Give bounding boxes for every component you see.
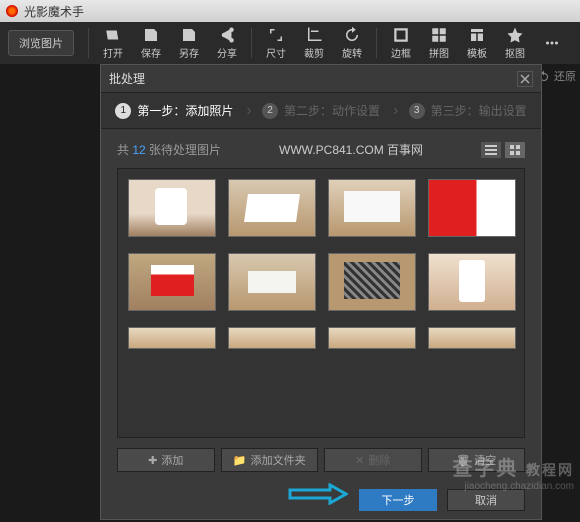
next-button[interactable]: 下一步: [359, 489, 437, 511]
add-button[interactable]: ✚添加: [117, 448, 215, 472]
thumbnail[interactable]: [228, 253, 316, 311]
share-icon: [218, 26, 236, 44]
restore-button[interactable]: 还原: [538, 68, 576, 84]
size-button[interactable]: 尺寸: [258, 24, 294, 62]
toolbar-divider: [88, 28, 89, 58]
open-button[interactable]: 打开: [95, 24, 131, 62]
arrow-icon: [288, 483, 348, 505]
template-button[interactable]: 模板: [459, 24, 495, 62]
more-button[interactable]: [535, 32, 569, 55]
dialog-title: 批处理: [109, 70, 145, 87]
window-titlebar: 光影魔术手: [0, 0, 580, 22]
step-1[interactable]: 1第一步：添加照片: [101, 102, 248, 119]
more-icon: [543, 34, 561, 52]
wizard-steps: 1第一步：添加照片 2第二步：动作设置 3第三步：输出设置: [101, 93, 541, 129]
main-toolbar: 浏览图片 打开 保存 另存 分享 尺寸 裁剪 旋转 边框 拼图 模板 抠图: [0, 22, 580, 64]
folder-icon: 📁: [233, 454, 247, 467]
saveas-icon: [180, 26, 198, 44]
dialog-body: 共 12 张待处理图片 WWW.PC841.COM 百事网: [101, 129, 541, 484]
border-icon: [392, 26, 410, 44]
add-folder-button[interactable]: 📁添加文件夹: [221, 448, 319, 472]
toolbar-divider: [376, 28, 377, 58]
browse-images-button[interactable]: 浏览图片: [8, 30, 74, 56]
rotate-icon: [343, 26, 361, 44]
list-view-icon: [485, 145, 497, 155]
step-3: 3第三步：输出设置: [394, 102, 541, 119]
site-watermark: WWW.PC841.COM 百事网: [279, 141, 423, 158]
save-button[interactable]: 保存: [133, 24, 169, 62]
cutout-button[interactable]: 抠图: [497, 24, 533, 62]
save-icon: [142, 26, 160, 44]
thumbnail[interactable]: [328, 253, 416, 311]
page-watermark: 查字典 教程网 jiaocheng.chazidian.com: [452, 452, 574, 492]
collage-icon: [430, 26, 448, 44]
cancel-button[interactable]: 取消: [447, 489, 525, 511]
size-icon: [267, 26, 285, 44]
share-button[interactable]: 分享: [209, 24, 245, 62]
delete-button[interactable]: ✕删除: [324, 448, 422, 472]
content-area: 还原 批处理 1第一步：添加照片 2第二步：动作设置 3第三步：输出设置 共 1…: [0, 64, 580, 522]
step-2: 2第二步：动作设置: [248, 102, 395, 119]
saveas-button[interactable]: 另存: [171, 24, 207, 62]
image-count: 共 12 张待处理图片: [117, 141, 221, 158]
crop-icon: [305, 26, 323, 44]
thumbnail[interactable]: [328, 327, 416, 349]
thumbnail[interactable]: [128, 253, 216, 311]
toolbar-divider: [251, 28, 252, 58]
thumbnail[interactable]: [228, 327, 316, 349]
open-icon: [104, 26, 122, 44]
close-icon: [520, 74, 530, 84]
thumbnail-area: [117, 168, 525, 438]
app-logo-icon: [6, 5, 18, 17]
dialog-footer: 下一步 取消: [359, 489, 525, 511]
delete-icon: ✕: [355, 454, 364, 467]
collage-button[interactable]: 拼图: [421, 24, 457, 62]
thumbnail[interactable]: [428, 179, 516, 237]
cutout-icon: [506, 26, 524, 44]
dialog-titlebar: 批处理: [101, 65, 541, 93]
thumbnail[interactable]: [428, 253, 516, 311]
close-button[interactable]: [517, 71, 533, 87]
crop-button[interactable]: 裁剪: [296, 24, 332, 62]
border-button[interactable]: 边框: [383, 24, 419, 62]
thumbnail[interactable]: [328, 179, 416, 237]
thumbnail[interactable]: [428, 327, 516, 349]
plus-icon: ✚: [148, 454, 157, 467]
thumbnail[interactable]: [128, 179, 216, 237]
rotate-button[interactable]: 旋转: [334, 24, 370, 62]
app-title: 光影魔术手: [24, 3, 84, 20]
grid-view-button[interactable]: [505, 142, 525, 158]
grid-view-icon: [510, 145, 520, 155]
info-row: 共 12 张待处理图片 WWW.PC841.COM 百事网: [117, 141, 525, 158]
list-view-button[interactable]: [481, 142, 501, 158]
thumbnail[interactable]: [228, 179, 316, 237]
template-icon: [468, 26, 486, 44]
annotation-arrow: [288, 483, 348, 510]
thumbnail[interactable]: [128, 327, 216, 349]
view-toggle: [481, 142, 525, 158]
